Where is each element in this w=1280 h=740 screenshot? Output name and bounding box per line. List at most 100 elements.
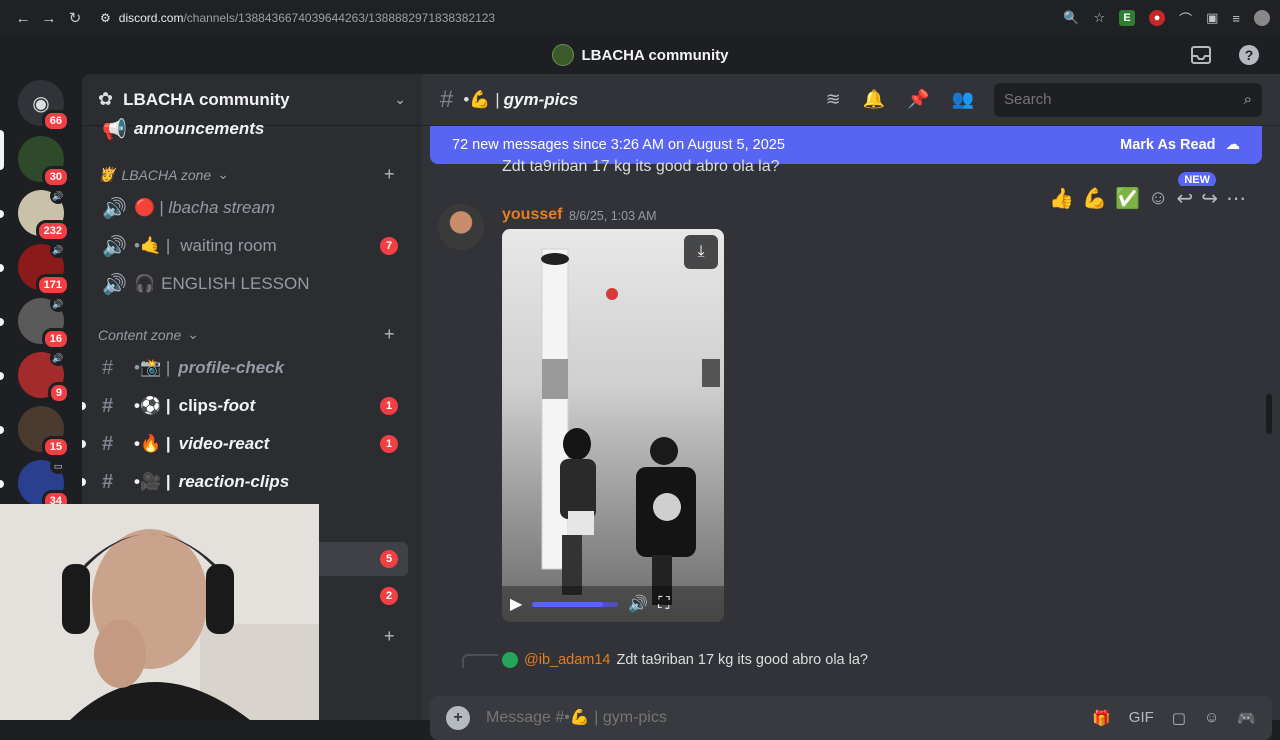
profile-avatar[interactable] — [1254, 10, 1270, 26]
channel-profile-check[interactable]: # •📸 | profile-check — [96, 351, 408, 385]
channel-label: waiting room — [180, 236, 277, 255]
message-author[interactable]: youssef — [502, 206, 562, 224]
reload-icon[interactable]: ↻ — [62, 5, 88, 31]
media-control-icon[interactable]: ≡ — [1232, 11, 1240, 26]
zoom-icon[interactable]: 🔍 — [1063, 10, 1079, 26]
guild-item[interactable]: 🔊 16 — [18, 296, 70, 350]
guild-item[interactable]: 🔊 232 — [18, 188, 70, 242]
channel-label: clips- — [178, 396, 224, 415]
chat-scrollbar[interactable] — [1266, 394, 1272, 434]
guild-badge: 66 — [41, 110, 70, 132]
message-composer: + 🎁 GIF ▢ ☺ 🎮 — [430, 696, 1272, 740]
video-controls: ▶ 🔊 ⛶ — [502, 586, 724, 622]
extensions-puzzle-icon[interactable]: ▣ — [1206, 10, 1218, 26]
address-bar[interactable]: ⚙ discord.com/channels/13884366740396442… — [100, 11, 495, 25]
add-channel-icon[interactable]: + — [384, 626, 395, 647]
forward-icon[interactable]: ↪ — [1201, 186, 1218, 211]
notification-bell-icon[interactable]: 🔔 — [863, 89, 885, 110]
add-reaction-icon[interactable]: ☺ — [1148, 187, 1168, 210]
flex-emoji-icon: •💪 | — [463, 89, 500, 109]
channel-badge: 2 — [380, 587, 398, 605]
search-box[interactable]: ⌕ — [994, 82, 1262, 117]
video-progress-bar[interactable] — [532, 601, 619, 607]
forward-icon[interactable]: → — [36, 5, 62, 31]
url-host: discord.com — [118, 11, 184, 25]
channel-english-lesson[interactable]: 🔊 🎧 ENGLISH LESSON — [96, 267, 408, 301]
add-channel-icon[interactable]: + — [384, 164, 395, 185]
new-messages-text: 72 new messages since 3:26 AM on August … — [452, 137, 785, 153]
hash-icon: # — [440, 85, 454, 113]
channel-reaction-clips[interactable]: # •🎥 | reaction-clips — [82, 465, 408, 499]
reply-text: Zdt ta9riban 17 kg its good abro ola la? — [616, 652, 868, 668]
volume-icon[interactable]: 🔊 — [628, 594, 648, 614]
search-input[interactable] — [1004, 91, 1224, 108]
guild-badge: 15 — [41, 436, 70, 458]
checkmark-reaction-icon[interactable]: ✅ — [1115, 186, 1140, 211]
chevron-down-icon: ⌄ — [394, 91, 406, 107]
channel-label: | lbacha stream — [159, 198, 276, 217]
unread-pill — [82, 440, 86, 448]
channel-label-text: lbacha stream — [168, 198, 276, 217]
megaphone-icon: 📢 — [102, 118, 127, 141]
mark-as-read-button[interactable]: Mark As Read ☁ — [1120, 137, 1240, 153]
webcam-person-image — [0, 504, 319, 720]
extension-shield-icon[interactable]: ● — [1149, 10, 1166, 26]
channel-label: reaction-clips — [178, 472, 290, 491]
mark-as-read-label: Mark As Read — [1120, 137, 1216, 153]
category-lbacha-zone[interactable]: 👸 LBACHA zone ⌄ + — [98, 164, 395, 184]
headphones-icon: 🎧 — [134, 274, 156, 293]
download-icon[interactable]: ⤓ — [684, 235, 718, 269]
pin-icon[interactable]: 📌 — [907, 89, 929, 110]
guild-lbacha[interactable]: 30 — [18, 136, 70, 188]
message-input[interactable] — [486, 709, 986, 727]
bookmark-star-icon[interactable]: ☆ — [1093, 10, 1105, 26]
threads-icon[interactable]: ≋ — [826, 89, 841, 110]
channel-waiting-room[interactable]: 🔊 •🤙 | waiting room 7 — [96, 229, 408, 263]
inbox-icon[interactable] — [1190, 44, 1212, 66]
apps-icon[interactable]: 🎮 — [1237, 709, 1256, 727]
voice-channel-icon: 🔊 — [102, 197, 127, 220]
member-list-icon[interactable]: 👥 — [952, 89, 974, 110]
reply-mention[interactable]: @ib_adam14 — [524, 652, 610, 668]
fullscreen-icon[interactable]: ⛶ — [658, 595, 669, 613]
channel-video-react[interactable]: # •🔥 | video-react 1 — [82, 427, 408, 461]
webcam-overlay — [0, 504, 319, 720]
reply-reference[interactable]: @ib_adam14 Zdt ta9riban 17 kg its good a… — [502, 652, 868, 668]
avatar[interactable] — [438, 204, 484, 250]
emoji-picker-icon[interactable]: ☺ — [1204, 709, 1219, 727]
site-info-icon[interactable]: ⚙ — [100, 11, 111, 25]
add-attachment-icon[interactable]: + — [446, 706, 470, 730]
back-icon[interactable]: ← — [10, 5, 36, 31]
help-icon[interactable]: ? — [1238, 44, 1260, 66]
flex-reaction-icon[interactable]: 💪 — [1082, 186, 1107, 211]
unread-pill — [0, 210, 4, 218]
message-timestamp: 8/6/25, 1:03 AM — [569, 209, 657, 223]
channel-clips-foot[interactable]: # •⚽ | clips-foot 1 — [82, 389, 408, 423]
channel-lbacha-stream[interactable]: 🔊 🔴 | lbacha stream — [96, 191, 408, 225]
guild-item[interactable]: 15 — [18, 406, 70, 458]
replied-avatar — [502, 652, 518, 668]
guild-item[interactable]: 🔊 171 — [18, 242, 70, 296]
mark-read-icon: ☁ — [1225, 137, 1241, 153]
channel-badge: 5 — [380, 550, 398, 568]
extension-arc-icon[interactable]: ⌒ — [1179, 9, 1192, 28]
more-options-icon[interactable]: ⋯ — [1226, 186, 1246, 211]
guild-item[interactable]: ▭ 34 — [18, 458, 70, 512]
gif-icon[interactable]: GIF — [1129, 709, 1154, 727]
thumbs-up-reaction-icon[interactable]: 👍 — [1049, 186, 1074, 211]
video-attachment[interactable]: ⤓ ▶ 🔊 ⛶ — [502, 229, 724, 622]
server-name: LBACHA community — [123, 89, 290, 109]
play-icon[interactable]: ▶ — [510, 594, 522, 614]
hash-icon: # — [102, 394, 114, 417]
channel-announcements[interactable]: 📢 announcements — [96, 112, 408, 146]
category-label: LBACHA zone — [121, 166, 212, 183]
direct-messages-button[interactable]: ◉ 66 — [18, 80, 70, 132]
gift-icon[interactable]: 🎁 — [1092, 709, 1111, 727]
guild-item[interactable]: 🔊 9 — [18, 350, 70, 404]
extension-e-icon[interactable]: E — [1119, 10, 1136, 26]
sticker-icon[interactable]: ▢ — [1172, 709, 1186, 727]
category-content-zone[interactable]: Content zone ⌄ + — [98, 324, 395, 344]
add-channel-icon[interactable]: + — [384, 324, 395, 345]
server-icon — [551, 44, 574, 66]
reply-icon[interactable]: ↩ — [1176, 186, 1193, 211]
